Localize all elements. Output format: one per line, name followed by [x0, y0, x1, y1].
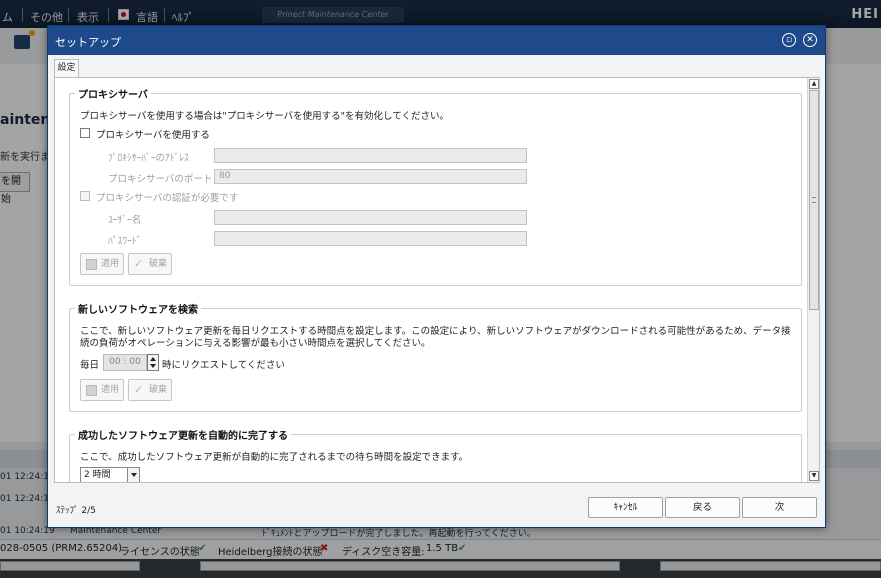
- proxy-description: プロキシサーバを使用する場合は"プロキシサーバを使用する"を有効化してください。: [80, 111, 449, 122]
- proxy-discard-button[interactable]: ✓ 破棄: [128, 253, 172, 275]
- wait-time-select[interactable]: 2 時間: [80, 467, 140, 482]
- step-indicator: ｽﾃｯﾌﾟ 2/5: [56, 506, 96, 516]
- auto-complete-description: ここで、成功したソフトウェア更新が自動的に完了されるまでの待ち時間を設定できます…: [80, 452, 469, 463]
- password-field[interactable]: [214, 231, 527, 246]
- wait-time-value: 2 時間: [84, 470, 111, 480]
- cancel-button[interactable]: ｷｬﾝｾﾙ: [588, 497, 663, 518]
- next-button[interactable]: 次: [742, 497, 817, 518]
- proxy-auth-checkbox[interactable]: [80, 191, 90, 201]
- daily-label: 毎日: [80, 360, 100, 371]
- close-icon[interactable]: ✕: [803, 33, 817, 47]
- software-apply-button[interactable]: 適用: [80, 379, 124, 401]
- vertical-scrollbar[interactable]: ▲ ▼: [807, 78, 819, 482]
- new-software-description-line2: 続の負荷がオペレーションに与える影響が最も小さい時間点を選択してください。: [80, 338, 431, 349]
- use-proxy-label: プロキシサーバを使用する: [96, 130, 210, 141]
- chevron-down-icon[interactable]: [127, 468, 139, 482]
- proxy-apply-label: 適用: [101, 259, 120, 269]
- grip-icon: [812, 197, 816, 203]
- time-suffix-label: 時にリクエストしてください: [162, 360, 285, 371]
- software-discard-button[interactable]: ✓ 破棄: [128, 379, 172, 401]
- setup-dialog: セットアップ ▫ ✕ 設定 プロキシサーバ プロキシサーバを使用する場合は"プロ…: [47, 25, 826, 528]
- dialog-titlebar[interactable]: セットアップ ▫ ✕: [48, 26, 825, 55]
- username-label: ﾕｰｻﾞｰ名: [108, 215, 142, 226]
- software-apply-label: 適用: [101, 385, 120, 395]
- scrollbar-thumb[interactable]: [809, 90, 819, 310]
- proxy-port-label: プロキシサーバのポート: [108, 174, 213, 185]
- proxy-address-label: ﾌﾟﾛｷｼｻｰﾊﾞｰのｱﾄﾞﾚｽ: [108, 153, 189, 164]
- password-label: ﾊﾟｽﾜｰﾄﾞ: [108, 236, 142, 247]
- save-icon: [86, 259, 97, 270]
- settings-pane: プロキシサーバ プロキシサーバを使用する場合は"プロキシサーバを使用する"を有効…: [54, 77, 820, 483]
- discard-icon: ✓: [134, 383, 144, 396]
- request-time-field[interactable]: 00 : 00: [103, 354, 147, 371]
- new-software-section: 新しいソフトウェアを検索 ここで、新しいソフトウェア更新を毎日リクエストする時間…: [69, 301, 802, 412]
- dialog-title: セットアップ: [55, 36, 121, 49]
- scroll-down-icon[interactable]: ▼: [809, 471, 819, 481]
- use-proxy-checkbox[interactable]: [80, 128, 90, 138]
- tab-settings[interactable]: 設定: [54, 59, 79, 77]
- time-spinner[interactable]: [147, 354, 159, 371]
- proxy-apply-button[interactable]: 適用: [80, 253, 124, 275]
- back-button[interactable]: 戻る: [665, 497, 740, 518]
- auto-complete-section: 成功したソフトウェア更新を自動的に完了する ここで、成功したソフトウェア更新が自…: [69, 427, 802, 482]
- save-icon: [86, 385, 97, 396]
- new-software-section-title: 新しいソフトウェアを検索: [75, 301, 201, 316]
- scroll-up-icon[interactable]: ▲: [809, 79, 819, 89]
- proxy-port-field[interactable]: 80: [214, 169, 527, 184]
- proxy-discard-label: 破棄: [149, 259, 168, 269]
- proxy-section-title: プロキシサーバ: [75, 86, 151, 101]
- username-field[interactable]: [214, 210, 527, 225]
- software-discard-label: 破棄: [149, 385, 168, 395]
- restore-icon[interactable]: ▫: [782, 33, 796, 47]
- proxy-address-field[interactable]: [214, 148, 527, 163]
- auto-complete-section-title: 成功したソフトウェア更新を自動的に完了する: [75, 427, 291, 442]
- proxy-section: プロキシサーバ プロキシサーバを使用する場合は"プロキシサーバを使用する"を有効…: [69, 86, 802, 286]
- discard-icon: ✓: [134, 257, 144, 270]
- proxy-auth-label: プロキシサーバの認証が必要です: [96, 193, 239, 204]
